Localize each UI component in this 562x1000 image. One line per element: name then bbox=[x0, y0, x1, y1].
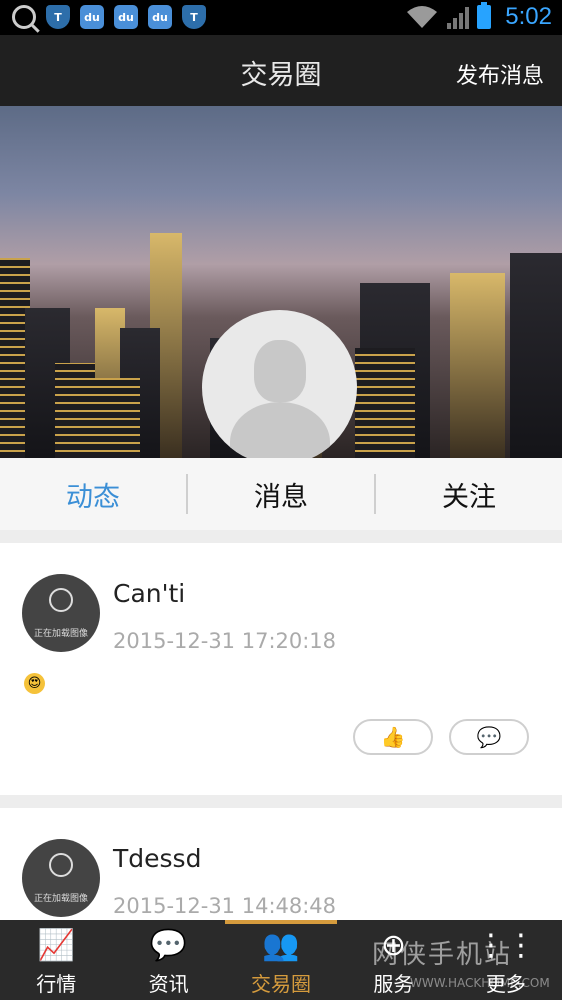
post-card: 正在加载图像 Can'ti 2015-12-31 17:20:18 😍 👍 💬 bbox=[0, 543, 562, 795]
watermark: 网侠手机站 bbox=[372, 940, 513, 970]
post-author[interactable]: Can'ti bbox=[113, 579, 185, 608]
watermark-url: WWW.HACKHOME.COM bbox=[410, 976, 550, 990]
wifi-icon bbox=[407, 6, 438, 28]
search-icon bbox=[12, 5, 36, 29]
baby-face-icon bbox=[49, 588, 73, 612]
nav-market[interactable]: 📈 行情 bbox=[0, 920, 112, 1000]
clock: 5:02 bbox=[505, 3, 552, 30]
nav-trading-circle[interactable]: 👥 交易圈 bbox=[224, 920, 338, 1000]
comment-icon: 💬 bbox=[476, 725, 502, 749]
avatar[interactable]: 正在加载图像 bbox=[22, 574, 100, 652]
post-time: 2015-12-31 17:20:18 bbox=[113, 629, 337, 653]
status-bar: T du du du T 5:02 bbox=[0, 0, 562, 35]
post-author[interactable]: Tdessd bbox=[113, 844, 201, 873]
nav-news[interactable]: 💬 资讯 bbox=[112, 920, 224, 1000]
baby-face-icon bbox=[49, 853, 73, 877]
shield-icon: T bbox=[46, 5, 70, 29]
battery-icon bbox=[477, 2, 492, 29]
post-card: 正在加载图像 Tdessd 2015-12-31 14:48:48 bbox=[0, 808, 562, 920]
tab-messages[interactable]: 消息 bbox=[188, 475, 374, 514]
profile-avatar[interactable] bbox=[202, 310, 357, 458]
baidu-paw-icon: du bbox=[80, 5, 104, 29]
news-icon: 💬 bbox=[149, 928, 188, 963]
title-bar: 交易圈 发布消息 bbox=[0, 35, 562, 106]
baidu-paw-icon: du bbox=[148, 5, 172, 29]
tab-following[interactable]: 关注 bbox=[376, 475, 562, 514]
like-button[interactable]: 👍 bbox=[353, 719, 433, 755]
chart-icon: 📈 bbox=[37, 928, 75, 963]
profile-banner bbox=[0, 106, 562, 458]
signal-icon bbox=[447, 5, 470, 29]
comment-button[interactable]: 💬 bbox=[449, 719, 529, 755]
thumbs-up-icon: 👍 bbox=[380, 725, 406, 749]
people-icon: 👥 bbox=[262, 928, 300, 963]
baidu-paw-icon: du bbox=[114, 5, 138, 29]
shield-icon: T bbox=[182, 5, 206, 29]
tab-bar: 动态 消息 关注 bbox=[0, 458, 562, 530]
heart-eyes-emoji-icon: 😍 bbox=[24, 673, 45, 694]
avatar[interactable]: 正在加载图像 bbox=[22, 839, 100, 917]
post-time: 2015-12-31 14:48:48 bbox=[113, 894, 337, 918]
publish-message-button[interactable]: 发布消息 bbox=[456, 58, 544, 90]
tab-dynamic[interactable]: 动态 bbox=[0, 475, 186, 514]
